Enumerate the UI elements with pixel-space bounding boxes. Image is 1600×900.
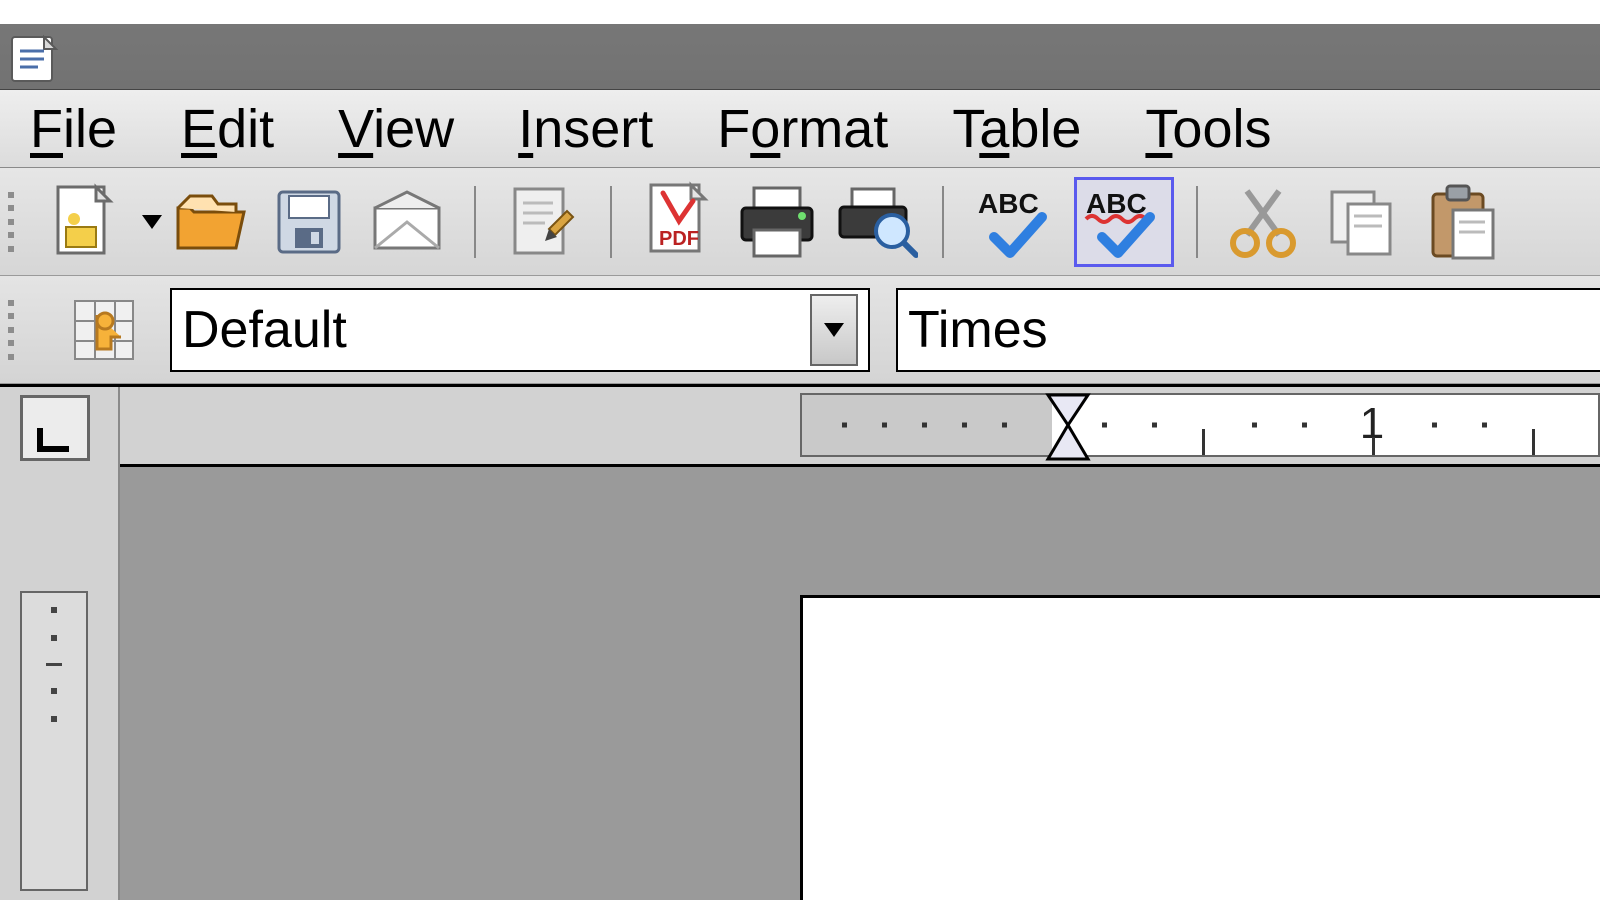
paragraph-style-value[interactable]: Default: [182, 300, 810, 360]
export-pdf-button[interactable]: PDF: [634, 177, 724, 267]
menu-file[interactable]: File: [30, 98, 117, 160]
menu-edit[interactable]: Edit: [181, 98, 274, 160]
page[interactable]: [800, 595, 1600, 900]
menu-insert[interactable]: Insert: [518, 98, 653, 160]
font-name-value[interactable]: Times: [908, 300, 1590, 360]
horizontal-ruler[interactable]: 1: [800, 393, 1600, 457]
titlebar[interactable]: [0, 24, 1600, 90]
menu-table[interactable]: Table: [952, 98, 1081, 160]
horizontal-ruler-area: 1: [120, 387, 1600, 467]
tab-stop-selector[interactable]: [20, 395, 90, 461]
ruler-page-region: [1052, 395, 1598, 455]
mail-button[interactable]: [362, 177, 452, 267]
pdf-label: PDF: [659, 228, 699, 250]
toolbar-separator: [474, 186, 476, 258]
open-button[interactable]: [166, 177, 256, 267]
menu-format[interactable]: Format: [717, 98, 888, 160]
font-name-combo[interactable]: Times: [896, 288, 1600, 372]
svg-text:ABC: ABC: [978, 188, 1039, 219]
cut-button[interactable]: [1220, 177, 1310, 267]
ruler-margin-region: [802, 395, 1052, 455]
print-button[interactable]: [732, 177, 822, 267]
toolbar-separator: [1196, 186, 1198, 258]
save-button[interactable]: [264, 177, 354, 267]
toolbar-separator: [942, 186, 944, 258]
menubar: File Edit View Insert Format Table Tools: [0, 90, 1600, 168]
toolbar-separator: [610, 186, 612, 258]
edit-document-button[interactable]: [498, 177, 588, 267]
styles-window-button[interactable]: [68, 294, 140, 366]
vertical-ruler[interactable]: [20, 591, 88, 891]
indent-marker-icon[interactable]: [1044, 391, 1092, 461]
menu-view[interactable]: View: [338, 98, 454, 160]
document-viewport[interactable]: [120, 467, 1600, 900]
spellcheck-button[interactable]: ABC: [966, 177, 1066, 267]
copy-button[interactable]: [1318, 177, 1408, 267]
formatting-toolbar: Default Times: [0, 276, 1600, 384]
app-icon: [10, 31, 66, 83]
left-gutter: [0, 387, 120, 900]
new-document-button[interactable]: [42, 177, 132, 267]
paste-button[interactable]: [1416, 177, 1506, 267]
toolbar-grip[interactable]: [8, 182, 24, 262]
auto-spellcheck-button[interactable]: ABC: [1074, 177, 1174, 267]
toolbar-grip[interactable]: [8, 290, 24, 370]
print-preview-button[interactable]: [830, 177, 920, 267]
paragraph-style-dropdown[interactable]: [810, 294, 858, 366]
paragraph-style-combo[interactable]: Default: [170, 288, 870, 372]
menu-tools[interactable]: Tools: [1145, 98, 1271, 160]
standard-toolbar: PDF ABC ABC: [0, 168, 1600, 276]
window-top-gap: [0, 0, 1600, 24]
document-area: 1: [0, 384, 1600, 900]
new-document-dropdown[interactable]: [142, 215, 162, 229]
